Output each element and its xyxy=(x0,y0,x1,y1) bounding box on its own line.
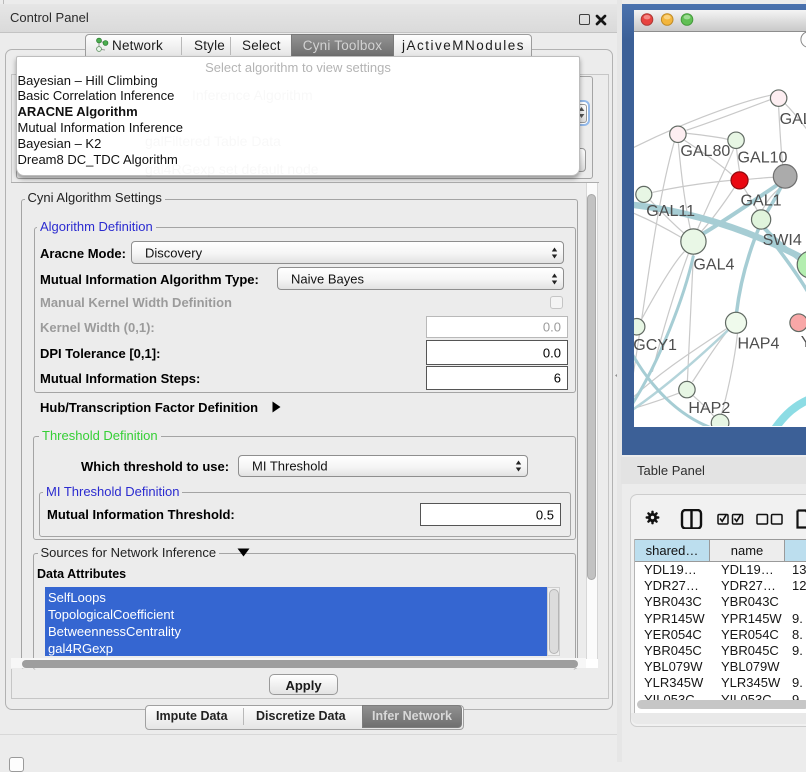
svg-text:GAL11: GAL11 xyxy=(646,202,695,220)
svg-text:HAP4: HAP4 xyxy=(738,334,780,352)
svg-text:SWI4: SWI4 xyxy=(763,231,802,249)
svg-text:GAL80: GAL80 xyxy=(680,142,730,160)
svg-text:GAL2: GAL2 xyxy=(780,110,806,128)
svg-text:HAP2: HAP2 xyxy=(688,399,730,417)
svg-text:GAL1: GAL1 xyxy=(741,191,782,209)
svg-text:GCY1: GCY1 xyxy=(634,336,677,354)
svg-text:GAL4: GAL4 xyxy=(693,256,734,274)
svg-text:YJL: YJL xyxy=(801,333,806,351)
svg-text:GAL10: GAL10 xyxy=(738,148,788,166)
